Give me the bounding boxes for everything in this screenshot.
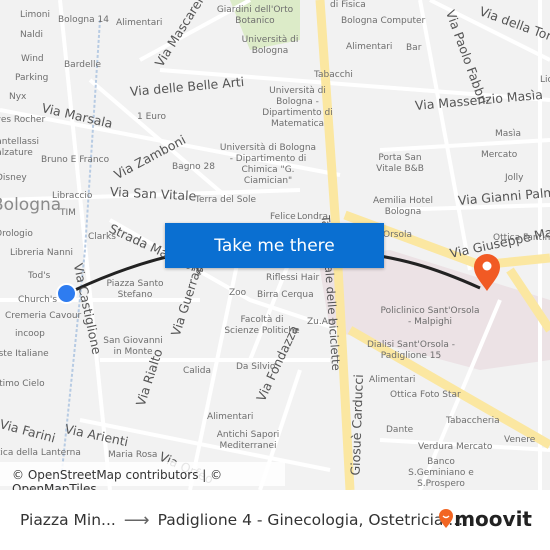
poi-label: Antica della Lanterna	[0, 448, 81, 458]
poi-label: Libraccio	[52, 191, 93, 201]
poi-label: Bar	[406, 43, 422, 53]
poi-label: Riflessi Hair	[266, 273, 320, 283]
poi-label: Alimentari	[207, 412, 254, 422]
poi-label: San Giovanni in Monte	[103, 336, 163, 357]
street-label: Giosuè Carducci	[347, 374, 367, 476]
destination-name: Padiglione 4 - Ginecologia, Ostetricia .…	[157, 511, 464, 529]
poi-label: 1 Euro	[137, 112, 166, 122]
poi-label: Masìa	[495, 129, 521, 139]
poi-label: Antichi Sapori Mediterranei	[216, 430, 280, 451]
poi-label: Bardelle	[64, 60, 102, 70]
poi-label: di Fisica	[330, 0, 366, 10]
poi-label: Jolly	[505, 173, 524, 183]
poi-label: Da Silvio	[236, 362, 276, 372]
poi-label: Dialisi Sant'Orsola - Padiglione 15	[366, 340, 456, 361]
poi-label: Zoo	[229, 288, 247, 298]
map[interactable]: Via Marsala Via delle Belle Arti Via Zam…	[0, 0, 550, 490]
poi-label: Tabaccheria	[446, 416, 500, 426]
poi-label: Bologna Computer	[341, 16, 426, 26]
poi-label: Londra	[297, 212, 328, 222]
origin-name: Piazza Min...	[20, 511, 116, 529]
moovit-pin-icon	[439, 509, 454, 528]
poi-label: Limoni	[20, 10, 50, 20]
poi-label: Piazza Santo Stefano	[106, 279, 164, 300]
poi-label: incoop	[15, 329, 45, 339]
arrow-right-icon: ⟶	[123, 509, 150, 531]
street-label: Via San Vitale	[109, 184, 197, 204]
poi-label: Alimentari	[369, 375, 416, 385]
poi-label: Cantellassi Calzature	[0, 137, 39, 158]
poi-label: Tod's	[28, 271, 51, 281]
origin-marker[interactable]	[56, 283, 77, 304]
poi-label: Bagno 28	[172, 162, 215, 172]
moovit-logo: moovit	[438, 507, 532, 531]
destination-pin-icon[interactable]	[472, 253, 502, 293]
poi-label: Facoltà di Scienze Politiche	[224, 315, 300, 336]
poi-label: Disney	[0, 173, 27, 183]
poi-label: Clarks	[88, 232, 116, 242]
poi-label: Orsola	[383, 230, 412, 240]
poi-label: Yves Rocher	[0, 115, 46, 125]
poi-label: Alimentari	[346, 42, 393, 52]
poi-label: Università di Bologna - Dipartimento di …	[262, 86, 333, 129]
poi-label: Naldi	[20, 30, 43, 40]
poi-label: Birra Cerqua	[257, 290, 314, 300]
take-me-there-button[interactable]: Take me there	[165, 223, 384, 268]
poi-label: Nyx	[9, 92, 27, 102]
poi-label: Ultimo Cielo	[0, 379, 45, 389]
poi-label: Università di Bologna	[241, 35, 299, 56]
poi-label: Alimentari	[116, 18, 163, 28]
poi-label: Terra del Sole	[195, 195, 256, 205]
poi-label: Verdura Mercato	[418, 442, 493, 452]
poi-label: Cremeria Cavour	[5, 311, 82, 321]
poi-label: Università di Bologna - Dipartimento di …	[219, 143, 317, 186]
poi-label: Calida	[183, 366, 212, 376]
poi-label: Poste Italiane	[0, 349, 49, 359]
poi-label: Policlinico Sant'Orsola - Malpighi	[380, 306, 480, 327]
poi-label: Maria Rosa	[108, 450, 158, 460]
poi-label: TIM	[60, 208, 76, 218]
poi-label: Orologio	[0, 229, 33, 239]
poi-label: Bruno E Franco	[41, 155, 110, 165]
poi-label: Dante	[386, 425, 414, 435]
poi-label: Venere	[504, 435, 536, 445]
poi-label: Giardini dell'Orto Botanico	[216, 5, 294, 26]
poi-label: Banco S.Geminiano e S.Prospero	[408, 457, 474, 489]
poi-label: Aemilia Hotel Bologna	[372, 196, 434, 217]
poi-label: Libreria Nanni	[10, 248, 73, 258]
poi-label: Church's	[18, 295, 58, 305]
poi-label: Bologna 14	[58, 15, 109, 25]
poi-label: Parking	[15, 73, 49, 83]
poi-label: Ottica Fantini	[493, 233, 550, 243]
poi-label: Zu.Art	[307, 317, 336, 327]
poi-label: Lic	[540, 75, 550, 85]
poi-label: Mercato	[481, 150, 518, 160]
poi-label: Ottica Foto Star	[390, 390, 461, 400]
poi-label: Porta San Vitale B&B	[376, 153, 424, 174]
map-attribution[interactable]: © OpenStreetMap contributors | © OpenMap…	[0, 462, 285, 490]
poi-label: Tabacchi	[314, 70, 353, 80]
poi-label: Felice	[270, 212, 296, 222]
poi-label: Wind	[21, 54, 44, 64]
